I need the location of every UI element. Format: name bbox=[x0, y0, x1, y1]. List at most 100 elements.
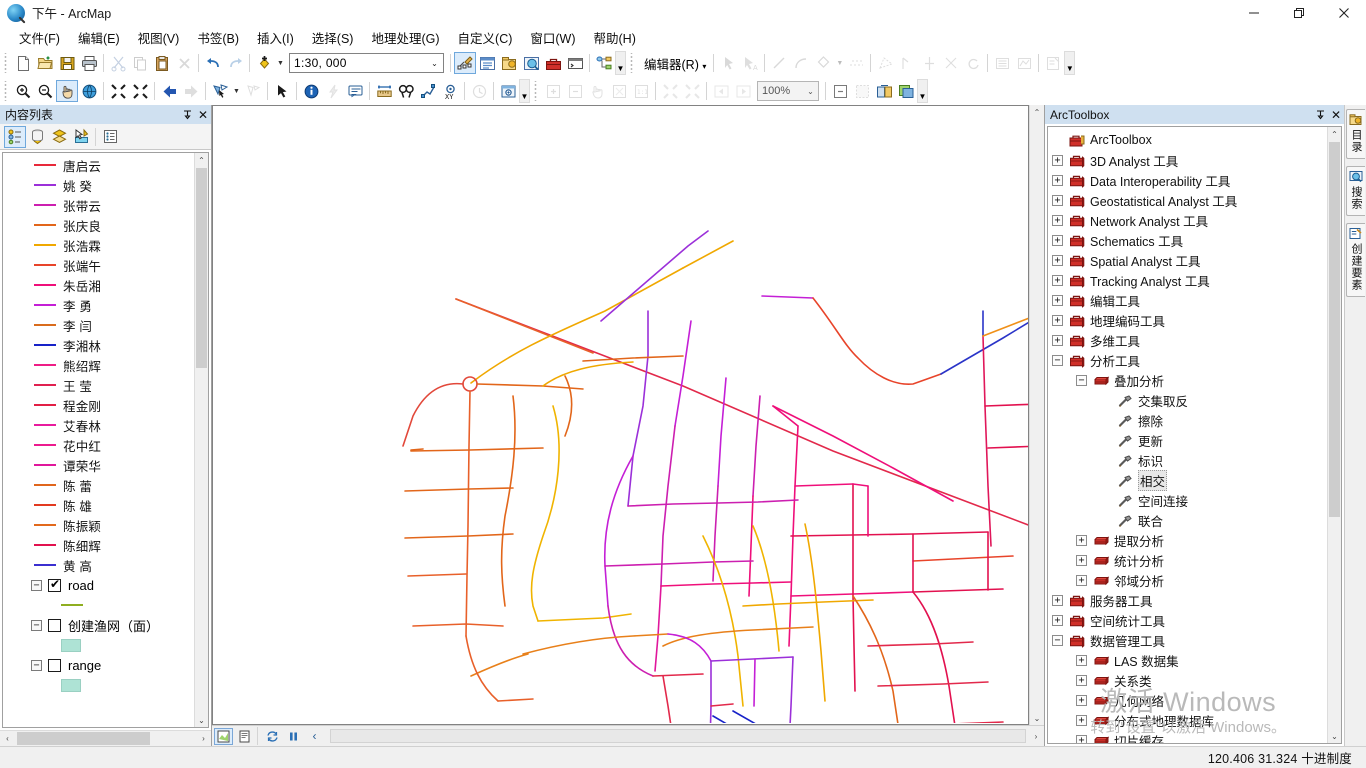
toolbox-node-expander[interactable]: + bbox=[1076, 575, 1087, 586]
fixed-zoom-out-icon[interactable] bbox=[129, 80, 151, 102]
toc-legend-item[interactable]: 李 闫 bbox=[3, 315, 194, 335]
toc-scroll-down-arrow[interactable]: ⌄ bbox=[195, 713, 208, 727]
toolbox-close-icon[interactable]: ✕ bbox=[1328, 106, 1344, 123]
go-to-xy-icon[interactable]: XY bbox=[439, 80, 461, 102]
full-extent-icon[interactable] bbox=[78, 80, 100, 102]
toolbox-node-expander[interactable]: + bbox=[1052, 315, 1063, 326]
layer-symbol-row[interactable] bbox=[3, 635, 194, 655]
toc-vertical-scrollbar[interactable]: ⌃ ⌄ bbox=[194, 153, 208, 727]
editor-toolbar-icon[interactable] bbox=[454, 52, 476, 74]
redo-icon[interactable] bbox=[224, 52, 246, 74]
toolbox-node-expander[interactable]: − bbox=[1052, 635, 1063, 646]
layout-view-icon[interactable] bbox=[235, 728, 254, 745]
edit-annotation-tool-icon[interactable]: A bbox=[739, 52, 761, 74]
arctoolbox-icon[interactable] bbox=[542, 52, 564, 74]
side-tab-search[interactable]: 搜索 bbox=[1346, 166, 1365, 216]
toc-scroll-left-arrow[interactable]: ‹ bbox=[0, 734, 15, 743]
zoom-out-icon[interactable] bbox=[34, 80, 56, 102]
toc-legend-item[interactable]: 张端午 bbox=[3, 255, 194, 275]
list-by-drawing-order-icon[interactable] bbox=[4, 126, 26, 148]
toolbox-scrollbar-thumb[interactable] bbox=[1329, 142, 1340, 517]
layout-zoom-arrow[interactable]: ⌄ bbox=[803, 87, 818, 96]
toolbox-node-row[interactable]: +3D Analyst 工具 bbox=[1048, 150, 1326, 170]
layout-pan-icon[interactable] bbox=[586, 80, 608, 102]
delete-icon[interactable] bbox=[173, 52, 195, 74]
map-collapse-arrow[interactable]: ‹ bbox=[305, 728, 324, 745]
cut-icon[interactable] bbox=[107, 52, 129, 74]
toolbox-node-row[interactable]: −叠加分析 bbox=[1048, 370, 1326, 390]
close-button[interactable] bbox=[1321, 0, 1366, 26]
layer-symbol-row[interactable] bbox=[3, 595, 194, 615]
model-builder-icon[interactable] bbox=[593, 52, 615, 74]
toolbox-tool-row[interactable]: 联合 bbox=[1048, 510, 1326, 530]
side-tab-catalog[interactable]: 目录 bbox=[1346, 109, 1365, 159]
menu-geoprocessing[interactable]: 地理处理(G) bbox=[362, 25, 448, 50]
layout-back-icon[interactable] bbox=[710, 80, 732, 102]
toc-legend-item[interactable]: 朱岳湘 bbox=[3, 275, 194, 295]
map-bottom-scroll-track[interactable] bbox=[330, 729, 1026, 743]
toolbox-node-expander[interactable]: + bbox=[1052, 255, 1063, 266]
toc-legend-item[interactable]: 李湘林 bbox=[3, 335, 194, 355]
attributes-table-icon[interactable] bbox=[991, 52, 1013, 74]
layer-visibility-checkbox[interactable] bbox=[48, 659, 61, 672]
toolbox-node-row[interactable]: +关系类 bbox=[1048, 670, 1326, 690]
toc-legend-item[interactable]: 唐启云 bbox=[3, 155, 194, 175]
toolbox-node-row[interactable]: +Schematics 工具 bbox=[1048, 230, 1326, 250]
data-driven-pages-icon[interactable] bbox=[895, 80, 917, 102]
select-elements-icon[interactable] bbox=[271, 80, 293, 102]
toolbox-node-expander[interactable]: − bbox=[1052, 355, 1063, 366]
list-by-selection-icon[interactable] bbox=[70, 126, 92, 148]
html-popup-icon[interactable] bbox=[344, 80, 366, 102]
arc-segment-icon[interactable] bbox=[790, 52, 812, 74]
toolbox-node-row[interactable]: +Data Interoperability 工具 bbox=[1048, 170, 1326, 190]
map-canvas[interactable] bbox=[212, 105, 1029, 725]
toc-legend-item[interactable]: 艾春林 bbox=[3, 415, 194, 435]
layer-expander[interactable]: − bbox=[31, 620, 42, 631]
layout-zoom-out-icon[interactable] bbox=[564, 80, 586, 102]
toc-legend-item[interactable]: 王 莹 bbox=[3, 375, 194, 395]
pan-icon[interactable] bbox=[56, 80, 78, 102]
data-view-icon[interactable] bbox=[214, 728, 233, 745]
toc-legend-item[interactable]: 陈 雄 bbox=[3, 495, 194, 515]
toolbox-node-expander[interactable]: + bbox=[1052, 615, 1063, 626]
zoom-out-fixed-layout-icon[interactable] bbox=[681, 80, 703, 102]
toc-scroll-up-arrow[interactable]: ⌃ bbox=[195, 153, 208, 167]
toolbox-node-expander[interactable]: − bbox=[1076, 375, 1087, 386]
layer-expander[interactable]: − bbox=[31, 580, 42, 591]
time-slider-icon[interactable] bbox=[468, 80, 490, 102]
toc-legend-item[interactable]: 张浩霖 bbox=[3, 235, 194, 255]
toolbox-node-row[interactable]: +提取分析 bbox=[1048, 530, 1326, 550]
go-next-extent-icon[interactable] bbox=[180, 80, 202, 102]
list-by-source-icon[interactable] bbox=[26, 126, 48, 148]
layout-zoom-combobox[interactable]: 100% ⌄ bbox=[757, 81, 819, 101]
toc-legend-item[interactable]: 陈振颖 bbox=[3, 515, 194, 535]
toc-scrollbar-thumb[interactable] bbox=[196, 168, 207, 368]
hyperlink-icon[interactable] bbox=[322, 80, 344, 102]
menu-windows[interactable]: 窗口(W) bbox=[521, 25, 584, 50]
layer-line-symbol[interactable] bbox=[61, 604, 83, 606]
tools-toolbar-overflow[interactable]: ▼ bbox=[519, 79, 530, 103]
toolbox-node-row[interactable]: +Geostatistical Analyst 工具 bbox=[1048, 190, 1326, 210]
toolbox-node-expander[interactable]: + bbox=[1052, 275, 1063, 286]
paste-icon[interactable] bbox=[151, 52, 173, 74]
toc-legend-item[interactable]: 黄 高 bbox=[3, 555, 194, 575]
map-bottom-scroll-right[interactable]: › bbox=[1028, 732, 1044, 741]
tools-toolbar-grip[interactable] bbox=[3, 81, 10, 101]
toolbox-node-expander[interactable]: + bbox=[1076, 535, 1087, 546]
toolbox-node-row[interactable]: +分布式地理数据库 bbox=[1048, 710, 1326, 730]
toc-layer-row[interactable]: −road bbox=[3, 575, 194, 595]
toolbox-node-expander[interactable]: + bbox=[1052, 195, 1063, 206]
new-document-icon[interactable] bbox=[12, 52, 34, 74]
toolbox-scroll-up-arrow[interactable]: ⌃ bbox=[1328, 127, 1341, 141]
toolbox-pin-icon[interactable] bbox=[1312, 106, 1328, 123]
measure-icon[interactable] bbox=[373, 80, 395, 102]
select-features-icon[interactable] bbox=[209, 80, 231, 102]
menu-edit[interactable]: 编辑(E) bbox=[69, 25, 129, 50]
map-scale-combobox[interactable]: 1:30, 000 ⌄ bbox=[289, 53, 444, 73]
menu-view[interactable]: 视图(V) bbox=[129, 25, 189, 50]
fixed-zoom-in-icon[interactable] bbox=[107, 80, 129, 102]
menu-customize[interactable]: 自定义(C) bbox=[449, 25, 522, 50]
editor-toolbar-grip[interactable] bbox=[629, 53, 636, 73]
toolbox-node-row[interactable]: +地理编码工具 bbox=[1048, 310, 1326, 330]
toolbox-node-row[interactable]: +Tracking Analyst 工具 bbox=[1048, 270, 1326, 290]
